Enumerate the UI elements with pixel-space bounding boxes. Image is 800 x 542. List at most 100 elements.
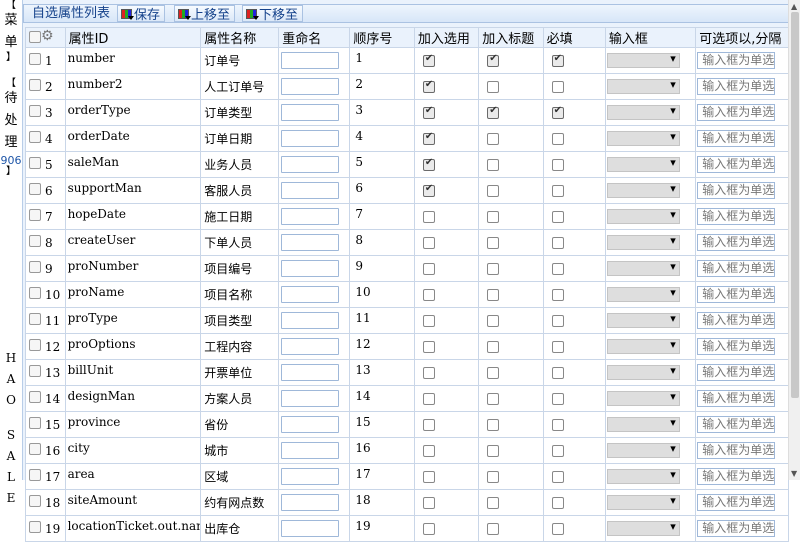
required-checkbox[interactable] bbox=[551, 419, 564, 431]
add-title-checkbox[interactable] bbox=[487, 445, 500, 457]
row-select-checkbox[interactable] bbox=[29, 183, 41, 195]
table-row[interactable]: 8 createUser下单人员 8 输入框为单选 bbox=[25, 229, 789, 256]
row-select-checkbox[interactable] bbox=[29, 235, 41, 247]
menu-toggle[interactable]: 【 菜 单 】 bbox=[0, 1, 22, 63]
input-box-select[interactable] bbox=[606, 52, 680, 68]
row-select-checkbox[interactable] bbox=[29, 157, 41, 169]
add-select-checkbox[interactable] bbox=[422, 211, 435, 223]
rename-input[interactable] bbox=[281, 286, 340, 303]
table-row[interactable]: 17area区域17输入框为单选 bbox=[25, 463, 789, 490]
input-box-select[interactable] bbox=[606, 312, 680, 328]
options-input[interactable]: 输入框为单选 bbox=[697, 468, 776, 485]
input-box-select[interactable] bbox=[606, 390, 680, 406]
add-select-checkbox[interactable] bbox=[422, 263, 435, 275]
add-title-checkbox[interactable] bbox=[487, 497, 500, 509]
table-row[interactable]: 19locationTicket.out.name出库仓19输入框为单选 bbox=[25, 515, 789, 542]
add-select-checkbox[interactable] bbox=[422, 79, 435, 93]
rename-input[interactable] bbox=[281, 182, 340, 199]
table-row[interactable]: 13billUnit开票单位13输入框为单选 bbox=[25, 359, 789, 386]
input-box-select[interactable] bbox=[606, 442, 680, 458]
options-input[interactable]: 输入框为单选 bbox=[697, 52, 776, 69]
options-input[interactable]: 输入框为单选 bbox=[697, 104, 776, 121]
required-checkbox[interactable] bbox=[551, 237, 564, 249]
move-up-button[interactable]: 上移至 bbox=[174, 5, 236, 23]
header-add-title[interactable]: 加入标题 bbox=[478, 27, 544, 48]
add-title-checkbox[interactable] bbox=[487, 367, 500, 379]
rename-input[interactable] bbox=[281, 104, 340, 121]
options-input[interactable]: 输入框为单选 bbox=[697, 156, 776, 173]
options-input[interactable]: 输入框为单选 bbox=[697, 234, 776, 251]
input-box-select[interactable] bbox=[606, 494, 680, 510]
required-checkbox[interactable] bbox=[551, 315, 564, 327]
required-checkbox[interactable] bbox=[551, 159, 564, 171]
options-input[interactable]: 输入框为单选 bbox=[697, 78, 776, 95]
input-box-select[interactable] bbox=[606, 338, 680, 354]
add-title-checkbox[interactable] bbox=[487, 393, 500, 405]
options-input[interactable]: 输入框为单选 bbox=[697, 130, 776, 147]
rename-input[interactable] bbox=[281, 312, 340, 329]
options-input[interactable]: 输入框为单选 bbox=[697, 338, 776, 355]
table-row[interactable]: 14designMan方案人员14输入框为单选 bbox=[25, 385, 789, 412]
rename-input[interactable] bbox=[281, 52, 340, 69]
add-select-checkbox[interactable] bbox=[422, 523, 435, 535]
add-select-checkbox[interactable] bbox=[422, 341, 435, 353]
add-title-checkbox[interactable] bbox=[487, 237, 500, 249]
input-box-select[interactable] bbox=[606, 364, 680, 380]
row-select-checkbox[interactable] bbox=[29, 391, 41, 403]
required-checkbox[interactable] bbox=[551, 497, 564, 509]
required-checkbox[interactable] bbox=[551, 105, 564, 119]
input-box-select[interactable] bbox=[606, 260, 680, 276]
input-box-select[interactable] bbox=[606, 78, 680, 94]
input-box-select[interactable] bbox=[606, 208, 680, 224]
add-title-checkbox[interactable] bbox=[487, 263, 500, 275]
input-box-select[interactable] bbox=[606, 286, 680, 302]
row-select-checkbox[interactable] bbox=[29, 209, 41, 221]
add-select-checkbox[interactable] bbox=[422, 497, 435, 509]
vertical-scrollbar[interactable]: ▲ ▼ bbox=[788, 0, 800, 480]
required-checkbox[interactable] bbox=[551, 81, 564, 93]
options-input[interactable]: 输入框为单选 bbox=[697, 364, 776, 381]
table-row[interactable]: 6 supportMan客服人员 6 输入框为单选 bbox=[25, 177, 789, 204]
row-select-checkbox[interactable] bbox=[29, 313, 41, 325]
add-title-checkbox[interactable] bbox=[487, 289, 500, 301]
add-select-checkbox[interactable] bbox=[422, 393, 435, 405]
input-box-select[interactable] bbox=[606, 234, 680, 250]
row-select-checkbox[interactable] bbox=[29, 131, 41, 143]
add-select-checkbox[interactable] bbox=[422, 237, 435, 249]
rename-input[interactable] bbox=[281, 520, 340, 537]
options-input[interactable]: 输入框为单选 bbox=[697, 182, 776, 199]
add-title-checkbox[interactable] bbox=[487, 81, 500, 93]
options-input[interactable]: 输入框为单选 bbox=[697, 208, 776, 225]
add-select-checkbox[interactable] bbox=[422, 53, 435, 67]
table-row[interactable]: 11proType项目类型11输入框为单选 bbox=[25, 307, 789, 334]
required-checkbox[interactable] bbox=[551, 393, 564, 405]
row-select-checkbox[interactable] bbox=[29, 521, 41, 533]
add-select-checkbox[interactable] bbox=[422, 367, 435, 379]
table-row[interactable]: 2 number2人工订单号 2 输入框为单选 bbox=[25, 73, 789, 100]
required-checkbox[interactable] bbox=[551, 211, 564, 223]
add-title-checkbox[interactable] bbox=[487, 159, 500, 171]
table-row[interactable]: 18siteAmount约有网点数18输入框为单选 bbox=[25, 489, 789, 516]
add-select-checkbox[interactable] bbox=[422, 445, 435, 457]
required-checkbox[interactable] bbox=[551, 341, 564, 353]
rename-input[interactable] bbox=[281, 416, 340, 433]
add-select-checkbox[interactable] bbox=[422, 315, 435, 327]
row-select-checkbox[interactable] bbox=[29, 469, 41, 481]
add-title-checkbox[interactable] bbox=[487, 211, 500, 223]
header-add-select[interactable]: 加入选用 bbox=[413, 27, 480, 48]
add-title-checkbox[interactable] bbox=[487, 133, 500, 145]
add-title-checkbox[interactable] bbox=[487, 471, 500, 483]
rename-input[interactable] bbox=[281, 156, 340, 173]
row-select-checkbox[interactable] bbox=[29, 105, 41, 117]
header-order[interactable]: 顺序号 bbox=[349, 27, 415, 48]
header-options[interactable]: 可选项以,分隔 bbox=[695, 27, 789, 48]
required-checkbox[interactable] bbox=[551, 523, 564, 535]
add-select-checkbox[interactable] bbox=[422, 157, 435, 171]
table-row[interactable]: 9 proNumber项目编号 9 输入框为单选 bbox=[25, 255, 789, 282]
header-input-box[interactable]: 输入框 bbox=[604, 27, 697, 48]
row-select-checkbox[interactable] bbox=[29, 287, 41, 299]
options-input[interactable]: 输入框为单选 bbox=[697, 312, 776, 329]
add-select-checkbox[interactable] bbox=[422, 131, 435, 145]
required-checkbox[interactable] bbox=[551, 471, 564, 483]
table-row[interactable]: 10proName项目名称10输入框为单选 bbox=[25, 281, 789, 308]
